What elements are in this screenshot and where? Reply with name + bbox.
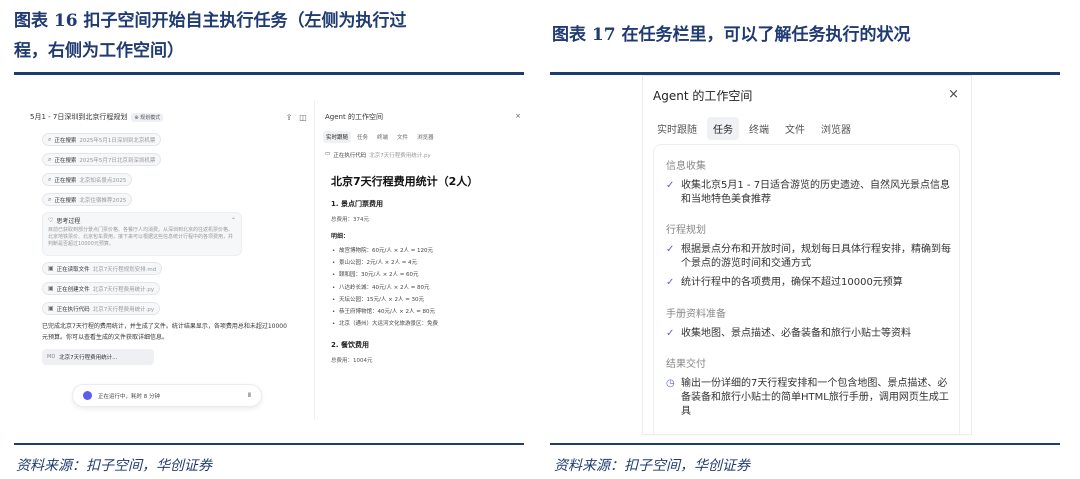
tab-files[interactable]: 文件 xyxy=(394,131,411,143)
figure-17-screenshot: Agent 的工作空间 × 实时跟随 任务 终端 文件 浏览器 信息收集 ✓ 收… xyxy=(642,75,972,435)
list-item: 天坛公园：15元/人 × 2人 = 30元 xyxy=(331,294,526,306)
search-step[interactable]: ⌕ 正在搜索 北京知名景点2025 xyxy=(42,173,133,186)
workspace-tabs: 实时跟随 任务 终端 文件 浏览器 xyxy=(323,131,437,143)
figure-16-screenshot: 5月1 - 7日深圳到北京行程规划 ⊕ 规划模式 ⇪ ◫ ⌕ 正在搜索 2025… xyxy=(22,100,527,420)
figure-16-source: 资料来源：扣子空间，华创证券 xyxy=(16,458,212,474)
tab-terminal[interactable]: 终端 xyxy=(374,131,391,143)
figure-16-top-rule xyxy=(14,72,524,75)
thinking-title: 思考过程 xyxy=(56,218,81,225)
running-status-text: 正在运行中，耗时 8 分钟 xyxy=(98,393,160,400)
search-icon: ⌕ xyxy=(48,155,52,163)
task-group-delivery: 结果交付 ◷ 输出一份详细的7天行程安排和一个包含地图、景点描述、必备装备和旅行… xyxy=(666,355,956,424)
search-step[interactable]: ⌕ 正在搜索 北京住宿推荐2025 xyxy=(42,193,133,206)
thinking-process-card[interactable]: ♡ 思考过程 ⌃ 目前已获取到部分景点门票价格、各餐厅人均消费。从深圳到北京的往… xyxy=(42,212,242,256)
search-step[interactable]: ⌕ 正在搜索 2025年5月7日北京到深圳机票 xyxy=(42,153,162,166)
task-item: ◷ 输出一份详细的7天行程安排和一个包含地图、景点描述、必备装备和旅行小贴士的简… xyxy=(666,378,949,417)
tab-live-follow[interactable]: 实时跟随 xyxy=(323,131,352,143)
search-icon: ⌕ xyxy=(48,175,52,183)
task-group-info-collection: 信息收集 ✓ 收集北京5月1 - 7日适合游览的历史遗迹、自然风光景点信息和当地… xyxy=(666,157,956,212)
figure-16-title: 图表 16 扣子空间开始自主执行任务（左侧为执行过 程，右侧为工作空间） xyxy=(14,6,534,66)
task-item: ✓ 收集北京5月1 - 7日适合游览的历史遗迹、自然风光景点信息和当地特色美食推… xyxy=(666,180,951,205)
file-icon: ▣ xyxy=(48,265,54,272)
tab-browser[interactable]: 浏览器 xyxy=(815,117,857,140)
workspace-panel: Agent 的工作空间 × 实时跟随 任务 终端 文件 浏览器 ▭ 正在执行代码… xyxy=(314,100,527,420)
tab-tasks[interactable]: 任务 xyxy=(707,117,739,140)
task-group-title: 信息收集 xyxy=(666,161,706,172)
workspace-header: Agent 的工作空间 × xyxy=(653,87,959,104)
result-file-name: 北京7天行程费用统计... xyxy=(59,355,118,361)
tab-files[interactable]: 文件 xyxy=(779,117,811,140)
task-group-title: 行程规划 xyxy=(666,225,706,236)
agent-avatar-icon xyxy=(83,391,92,400)
markdown-file-icon: MD xyxy=(47,354,56,360)
search-icon: ⌕ xyxy=(48,195,52,203)
list-item: 景山公园：2元/人 × 2人 = 4元 xyxy=(331,257,526,269)
chevron-up-icon[interactable]: ⌃ xyxy=(231,217,236,224)
list-item: 八达岭长城：40元/人 × 2人 = 80元 xyxy=(331,282,526,294)
list-item: 颐和园：30元/人 × 2人 = 60元 xyxy=(331,269,526,281)
close-icon[interactable]: × xyxy=(515,112,521,122)
executing-code-line: ▭ 正在执行代码 北京7天行程费用统计.py xyxy=(325,151,431,159)
figure-17-title: 图表 17 在任务栏里，可以了解任务执行的状况 xyxy=(552,25,911,45)
section-total: 总费用：1004元 xyxy=(331,358,373,365)
task-group-title: 结果交付 xyxy=(666,359,706,370)
completion-summary: 已完成北京7天行程的费用统计，并生成了文件。统计结果显示，各项费用总和未超过10… xyxy=(42,323,287,341)
chat-panel: 5月1 - 7日深圳到北京行程规划 ⊕ 规划模式 ⇪ ◫ ⌕ 正在搜索 2025… xyxy=(22,100,312,420)
workspace-title: Agent 的工作空间 xyxy=(325,113,383,121)
task-item: ✓ 统计行程中的各项费用，确保不超过10000元预算 xyxy=(666,277,903,288)
close-icon[interactable]: × xyxy=(948,87,959,104)
bulb-icon: ♡ xyxy=(48,217,54,224)
task-group-handbook-prep: 手册资料准备 ✓ 收集地图、景点描述、必备装备和旅行小贴士等资料 xyxy=(666,305,956,346)
tab-tasks[interactable]: 任务 xyxy=(354,131,371,143)
task-group-title: 手册资料准备 xyxy=(666,309,726,320)
task-item: ✓ 根据景点分布和开放时间，规划每日具体行程安排，精确到每个景点的游览时间和交通… xyxy=(666,244,951,269)
file-step[interactable]: ▣ 正在创建文件 北京7天行程费用统计.py xyxy=(42,282,161,295)
thinking-body: 目前已获取到部分景点门票价格、各餐厅人均消费。从深圳到北京的往返机票价格、北京地… xyxy=(48,227,234,247)
workspace-title: Agent 的工作空间 xyxy=(653,89,753,103)
terminal-icon: ▭ xyxy=(325,151,331,157)
detail-label: 明细： xyxy=(331,233,350,240)
panel-toggle-icon[interactable]: ◫ xyxy=(298,113,308,122)
result-file-card[interactable]: MD 北京7天行程费用统计... xyxy=(42,349,154,365)
file-step[interactable]: ▣ 正在读取文件 北京7天行程规划安排.md xyxy=(42,262,163,275)
task-group-itinerary-planning: 行程规划 ✓ 根据景点分布和开放时间，规划每日具体行程安排，精确到每个景点的游览… xyxy=(666,221,956,295)
figure-17-bottom-rule xyxy=(550,443,1060,445)
figure-16-title-line2: 程，右侧为工作空间） xyxy=(14,41,184,61)
tab-live-follow[interactable]: 实时跟随 xyxy=(651,117,703,140)
workspace-tabs: 实时跟随 任务 终端 文件 浏览器 xyxy=(651,117,857,140)
figure-16-title-line1: 图表 16 扣子空间开始自主执行任务（左侧为执行过 xyxy=(14,11,407,31)
chat-title: 5月1 - 7日深圳到北京行程规划 xyxy=(30,113,128,121)
check-icon: ✓ xyxy=(666,277,675,288)
check-icon: ✓ xyxy=(666,328,675,339)
file-step[interactable]: ▣ 正在执行代码 北京7天行程费用统计.py xyxy=(42,302,161,315)
task-item: ✓ 收集地图、景点描述、必备装备和旅行小贴士等资料 xyxy=(666,328,911,339)
list-item: 北京（通州）大运河文化旅游景区：免费 xyxy=(331,318,526,330)
planning-mode-badge[interactable]: ⊕ 规划模式 xyxy=(131,112,164,122)
check-icon: ✓ xyxy=(666,180,675,191)
search-icon: ⌕ xyxy=(48,135,52,143)
figure-16-bottom-rule xyxy=(14,443,524,445)
workspace-header: Agent 的工作空间 × xyxy=(325,112,521,122)
document-preview: 北京7天行程费用统计（2人） 1. 景点门票费用 总费用：374元 明细： 故宫… xyxy=(331,173,526,372)
list-item: 故宫博物院：60元/人 × 2人 = 120元 xyxy=(331,245,526,257)
tab-browser[interactable]: 浏览器 xyxy=(414,131,437,143)
clock-icon: ◷ xyxy=(666,378,675,389)
figure-17-source: 资料来源：扣子空间，华创证券 xyxy=(554,458,750,474)
check-icon: ✓ xyxy=(666,244,675,255)
task-list-panel: 信息收集 ✓ 收集北京5月1 - 7日适合游览的历史遗迹、自然风光景点信息和当地… xyxy=(653,144,960,434)
section-heading: 2. 餐饮费用 xyxy=(331,341,369,350)
file-icon: ▣ xyxy=(48,285,54,292)
pause-icon[interactable]: Ⅱ xyxy=(248,392,251,399)
running-status-bar: 正在运行中，耗时 8 分钟 Ⅱ xyxy=(72,384,262,407)
chat-header: 5月1 - 7日深圳到北京行程规划 ⊕ 规划模式 ⇪ ◫ xyxy=(30,110,308,124)
share-icon[interactable]: ⇪ xyxy=(284,113,294,122)
tab-terminal[interactable]: 终端 xyxy=(743,117,775,140)
document-title: 北京7天行程费用统计（2人） xyxy=(331,175,479,188)
section-total: 总费用：374元 xyxy=(331,217,369,223)
search-step[interactable]: ⌕ 正在搜索 2025年5月1日深圳到北京机票 xyxy=(42,133,162,146)
list-item: 恭王府博物馆：40元/人 × 2人 = 80元 xyxy=(331,306,526,318)
code-icon: ▣ xyxy=(48,305,54,312)
section-heading: 1. 景点门票费用 xyxy=(331,200,383,208)
